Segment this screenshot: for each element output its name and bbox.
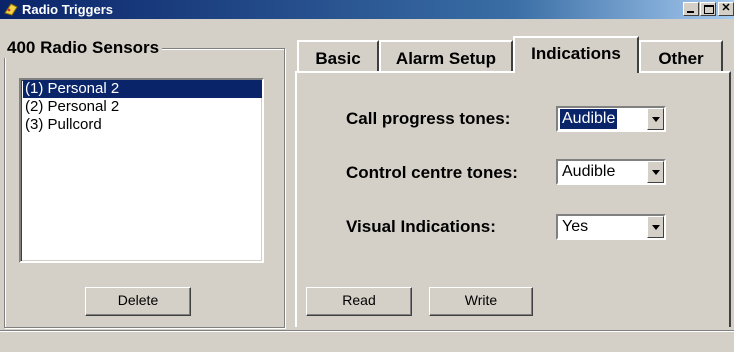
close-button[interactable]: ✕ [718, 2, 734, 16]
chevron-down-icon[interactable] [647, 216, 664, 238]
sensor-list-item-3[interactable]: (3) Pullcord [23, 116, 262, 134]
call-progress-value: Audible [560, 109, 618, 129]
title-bar: Radio Triggers ✕ [0, 0, 734, 19]
sensor-list-item-1[interactable]: (1) Personal 2 [23, 80, 262, 98]
tab-other[interactable]: Other [639, 40, 723, 72]
maximize-button[interactable] [700, 2, 716, 16]
call-progress-select[interactable]: Audible [556, 106, 666, 132]
minimize-button[interactable] [683, 2, 699, 16]
delete-button[interactable]: Delete [85, 287, 191, 316]
read-button[interactable]: Read [306, 287, 412, 316]
control-centre-select[interactable]: Audible [556, 159, 666, 185]
tab-indications[interactable]: Indications [513, 36, 639, 73]
write-button[interactable]: Write [429, 287, 533, 316]
control-centre-label: Control centre tones: [346, 163, 518, 182]
visual-indications-value: Yes [562, 218, 589, 235]
chevron-down-icon[interactable] [647, 108, 664, 130]
tab-alarm-setup[interactable]: Alarm Setup [379, 40, 513, 72]
window-title: Radio Triggers [22, 2, 114, 17]
visual-indications-label: Visual Indications: [346, 217, 496, 236]
visual-indications-select[interactable]: Yes [556, 214, 666, 240]
sensors-group-title: 400 Radio Sensors [4, 38, 163, 58]
status-bar [0, 330, 734, 352]
app-icon [4, 3, 18, 16]
tab-basic[interactable]: Basic [297, 40, 379, 72]
call-progress-label: Call progress tones: [346, 109, 511, 128]
sensor-list-item-2[interactable]: (2) Personal 2 [23, 98, 262, 116]
chevron-down-icon[interactable] [647, 161, 664, 183]
control-centre-value: Audible [562, 163, 616, 180]
sensor-list[interactable]: (1) Personal 2 (2) Personal 2 (3) Pullco… [19, 78, 264, 263]
